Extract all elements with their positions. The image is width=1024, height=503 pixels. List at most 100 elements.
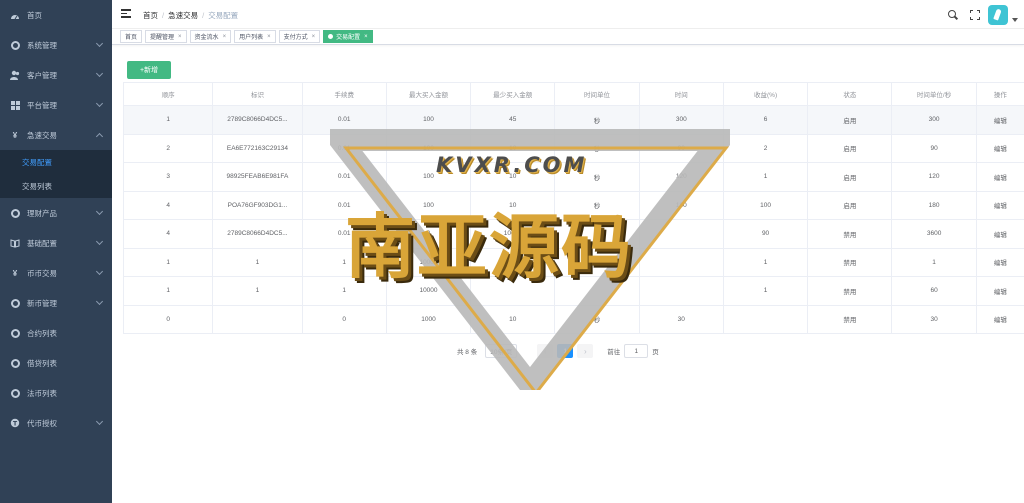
pagination-total: 共 8 条	[457, 349, 478, 356]
table-row[interactable]: 0 0 1000 10 秒 30 禁用 30 编辑	[122, 304, 1024, 334]
sidebar-item-new-coin[interactable]: 新币管理	[0, 288, 112, 318]
sidebar-item-fast-trade[interactable]: ¥ 急速交易	[0, 120, 112, 150]
table-cell: 0.01	[301, 105, 387, 135]
next-page-button[interactable]: ›	[577, 344, 594, 358]
goto-suffix: 页	[652, 349, 659, 356]
table-cell: 1	[891, 247, 977, 277]
sidebar-item-fiat[interactable]: 法币列表	[0, 378, 112, 408]
sidebar-item-contracts[interactable]: 合约列表	[0, 318, 112, 348]
sidebar-subitem-label: 交易配置	[22, 157, 52, 167]
sidebar-item-home[interactable]: 首页	[0, 0, 112, 30]
search-icon[interactable]	[948, 9, 958, 20]
table-cell: 1	[122, 276, 214, 306]
table-row[interactable]: 4 POA76GF903DG1... 0.01 100 10 秒 180 100 启用 180 编辑	[122, 190, 1024, 220]
table-cell: 0	[122, 304, 214, 334]
table-cell: 0	[385, 219, 472, 249]
chevron-up-icon	[95, 132, 104, 141]
table-cell: 90	[638, 133, 724, 163]
hamburger-icon[interactable]	[121, 9, 131, 18]
table-cell	[722, 304, 809, 334]
table-cell	[470, 247, 556, 277]
edit-link[interactable]: 编辑	[975, 133, 1024, 163]
table-cell: 300	[638, 105, 724, 135]
sidebar-item-platform[interactable]: 平台管理	[0, 90, 112, 120]
tag-trade-config[interactable]: 交易配置 ×	[323, 30, 373, 43]
prev-page-button[interactable]: ‹	[537, 344, 554, 358]
sidebar-subitem-trade-list[interactable]: 交易列表	[0, 174, 112, 198]
table-cell: 10	[470, 133, 556, 163]
table-cell: EA6E772163C29134	[212, 133, 303, 163]
fullscreen-icon[interactable]	[970, 9, 980, 20]
tag-reminder[interactable]: 提醒管理 ×	[145, 30, 187, 43]
avatar[interactable]	[988, 4, 1008, 25]
table-cell: 2	[722, 133, 809, 163]
sidebar-item-customers[interactable]: 客户管理	[0, 60, 112, 90]
edit-link[interactable]: 编辑	[975, 304, 1024, 334]
sidebar-item-label: 基础配置	[27, 238, 57, 248]
caret-down-icon[interactable]	[1012, 17, 1018, 22]
close-icon[interactable]: ×	[364, 34, 368, 40]
chevron-down-icon	[95, 237, 104, 246]
breadcrumb-item[interactable]: 首页	[143, 11, 158, 20]
edit-link[interactable]: 编辑	[975, 162, 1024, 192]
page-size-select[interactable]: 10条/页	[485, 344, 518, 358]
table-cell: 3600	[891, 219, 977, 249]
table-cell	[554, 247, 640, 277]
tag-payment[interactable]: 支付方式 ×	[278, 30, 321, 43]
coin-icon: T	[10, 418, 20, 428]
column-header: 时间	[638, 82, 724, 106]
close-icon[interactable]: ×	[267, 34, 271, 40]
sidebar-subitem-trade-config[interactable]: 交易配置	[0, 150, 112, 174]
column-header: 状态	[807, 82, 893, 106]
edit-link[interactable]: 编辑	[975, 276, 1024, 306]
sidebar-item-base-config[interactable]: 基础配置	[0, 228, 112, 258]
status-badge: 启用	[807, 162, 893, 192]
table-row[interactable]: 3 98925FEAB6E981FA 0.01 100 10 秒 120 1 启用 120 编辑	[122, 162, 1024, 192]
gear-icon	[10, 358, 20, 368]
table-row[interactable]: 1 2789C8066D4DC5... 0.01 100 45 秒 300 6 启用 300 编辑	[122, 105, 1024, 135]
page-number-button[interactable]: 1	[557, 344, 574, 358]
tag-home[interactable]: 首页	[120, 30, 143, 43]
sidebar-item-token-auth[interactable]: T 代币授权	[0, 408, 112, 438]
users-icon	[10, 70, 20, 80]
dashboard-icon	[10, 10, 20, 20]
sidebar-item-label: 急速交易	[27, 130, 57, 140]
table-row[interactable]: 1 1 1 10000 1 禁用 60 编辑	[122, 276, 1024, 306]
table-cell: 3	[122, 162, 214, 192]
table-row[interactable]: 4 2789C8066D4DC5... 0.01 0 10000 90 禁用 3600 编辑	[122, 219, 1024, 249]
sidebar-item-label: 客户管理	[27, 70, 57, 80]
column-header: 操作	[975, 82, 1024, 106]
close-icon[interactable]: ×	[312, 34, 316, 40]
sidebar-item-loans[interactable]: 借贷列表	[0, 348, 112, 378]
table-cell: 30	[638, 304, 724, 334]
tag-users[interactable]: 用户列表 ×	[234, 30, 276, 43]
table-cell	[638, 276, 724, 306]
sidebar-item-label: 代币授权	[27, 418, 57, 428]
edit-link[interactable]: 编辑	[975, 105, 1024, 135]
tag-funds[interactable]: 资金流水 ×	[189, 30, 232, 43]
table-cell	[212, 304, 303, 334]
sidebar-item-coin-trade[interactable]: ¥ 币币交易	[0, 258, 112, 288]
table-cell	[554, 276, 640, 306]
tag-label: 支付方式	[283, 35, 308, 41]
sidebar: 首页 系统管理 客户管理 平台管理 ¥ 急速交易 交易配置 交易列表 理财产品 …	[0, 0, 112, 503]
column-header: 手续费	[301, 82, 387, 106]
edit-link[interactable]: 编辑	[975, 190, 1024, 220]
breadcrumb-item[interactable]: 急速交易	[168, 11, 198, 20]
chevron-down-icon	[95, 99, 104, 108]
close-icon[interactable]: ×	[178, 34, 182, 40]
column-header: 最大买入金额	[385, 82, 472, 106]
table-cell: 10	[470, 162, 556, 192]
table-row[interactable]: 2 EA6E772163C29134 0.01 100 10 秒 90 2 启用 90 编辑	[122, 133, 1024, 163]
config-table: 顺序 标识 手续费 最大买入金额 最少买入金额 时间单位 时间 收益(%) 状态 时间单位/秒 操作…	[122, 82, 1024, 334]
yen-icon: ¥	[12, 268, 18, 278]
close-icon[interactable]: ×	[223, 34, 227, 40]
sidebar-item-wealth[interactable]: 理财产品	[0, 198, 112, 228]
chevron-down-icon	[95, 297, 104, 306]
edit-link[interactable]: 编辑	[975, 219, 1024, 249]
add-button[interactable]: +新增	[127, 61, 171, 79]
sidebar-item-system[interactable]: 系统管理	[0, 30, 112, 60]
edit-link[interactable]: 编辑	[975, 247, 1024, 277]
table-row[interactable]: 1 1 1 10000 1 禁用 1 编辑	[122, 247, 1024, 277]
goto-page-input[interactable]	[624, 344, 649, 358]
